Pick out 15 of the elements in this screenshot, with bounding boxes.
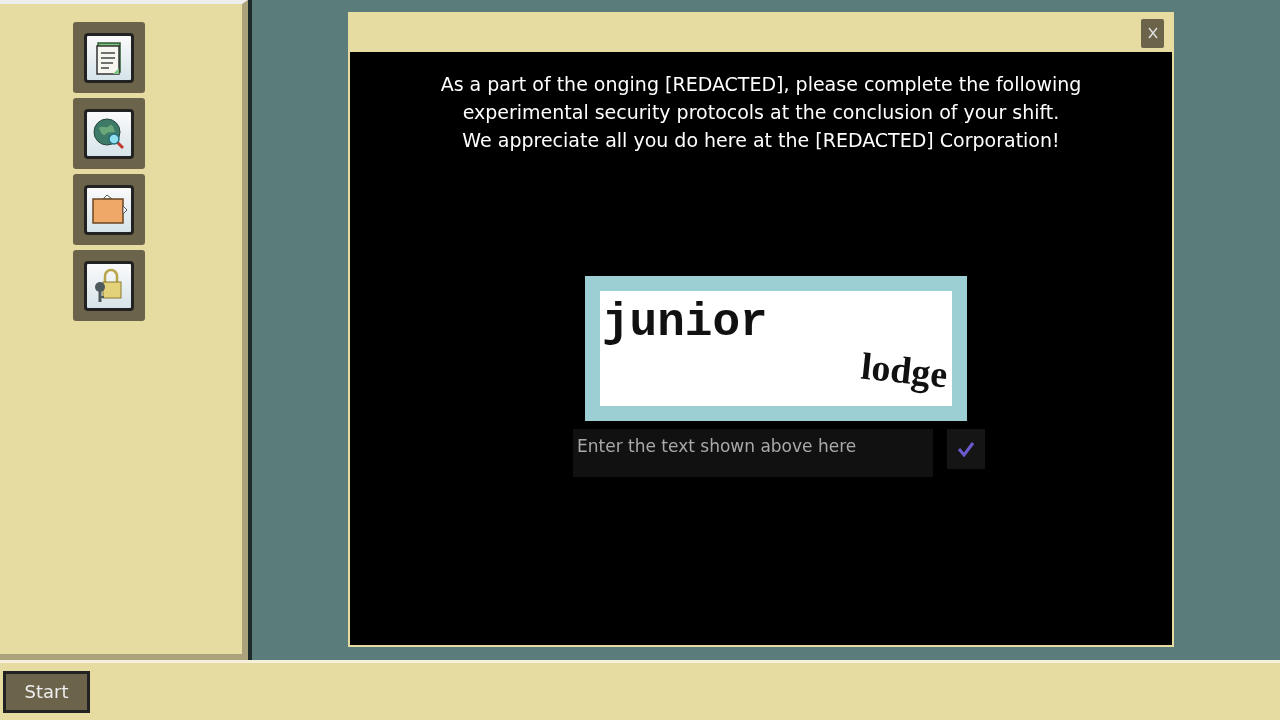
start-button[interactable]: Start — [3, 670, 90, 713]
captcha-input-field[interactable]: Enter the text shown above here — [573, 429, 933, 477]
globe-search-icon — [91, 115, 127, 152]
close-button[interactable] — [1141, 18, 1164, 48]
globe-button[interactable] — [73, 98, 145, 169]
lock-button[interactable] — [73, 250, 145, 321]
close-icon — [1147, 27, 1158, 39]
submit-button[interactable] — [947, 429, 985, 469]
captcha-word: junior — [602, 297, 768, 349]
message-text: As a part of the onging [REDACTED], please complete the following experimental security protocols at the conclusion of your shift. — [439, 72, 1083, 125]
message-text: We appreciate all you do here at the [REDACTED] Corporation! — [461, 128, 1061, 153]
document-button[interactable] — [73, 22, 145, 93]
folder-button[interactable] — [73, 174, 145, 245]
check-icon — [957, 441, 975, 457]
captcha-word: lodge — [859, 343, 951, 397]
